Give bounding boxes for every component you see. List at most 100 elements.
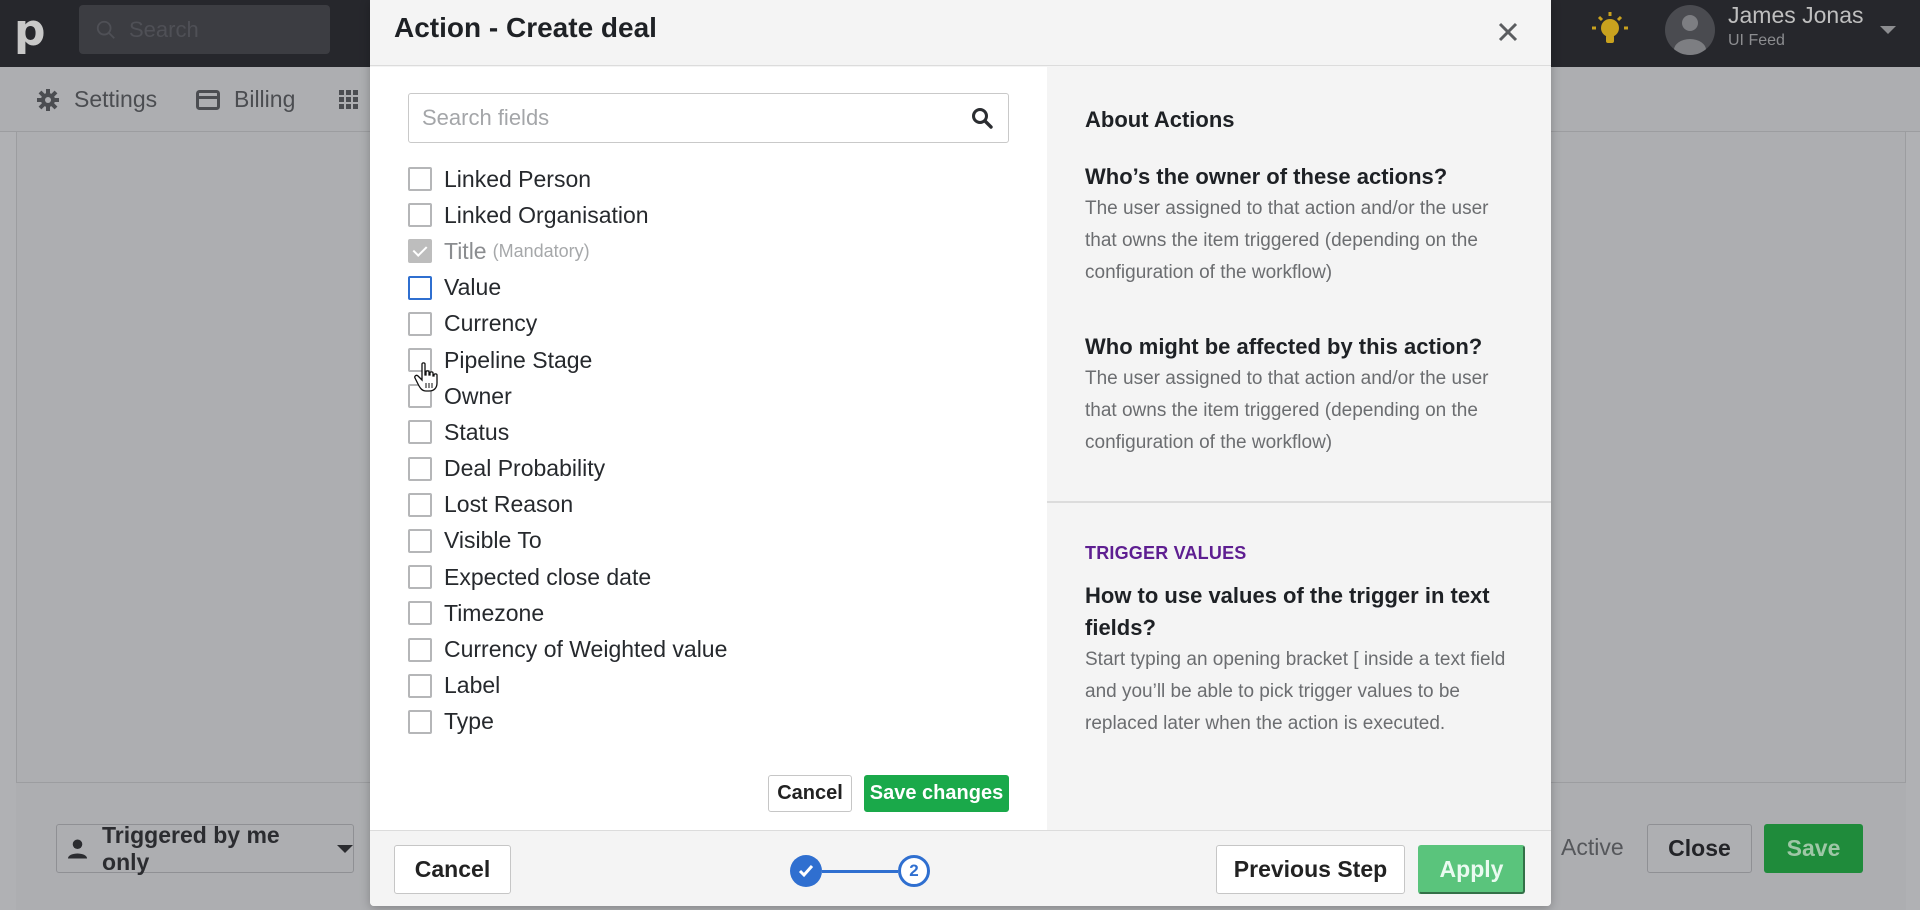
- trigger-filter-value: Triggered by me only: [102, 821, 280, 875]
- field-checkbox[interactable]: [408, 492, 432, 517]
- lightbulb-icon[interactable]: [1590, 10, 1630, 50]
- step-progress: 2: [790, 853, 930, 889]
- field-checkbox[interactable]: [408, 565, 432, 590]
- step-2-current: 2: [898, 855, 930, 887]
- field-checkbox[interactable]: [408, 275, 432, 300]
- field-checkbox[interactable]: [408, 167, 432, 192]
- field-option[interactable]: Linked Organisation: [408, 197, 727, 233]
- field-label: Label: [444, 672, 501, 699]
- modal-title: Action - Create deal: [394, 12, 657, 43]
- field-label: Status: [444, 418, 510, 445]
- person-icon: [67, 838, 88, 859]
- field-checkbox[interactable]: [408, 348, 432, 373]
- trigger-values-kicker: TRIGGER VALUES: [1085, 543, 1247, 563]
- field-option[interactable]: Visible To: [408, 523, 727, 559]
- help-heading: About Actions: [1085, 107, 1235, 132]
- step-connector: [822, 870, 898, 873]
- previous-step-button[interactable]: Previous Step: [1216, 845, 1405, 894]
- field-search-input[interactable]: [409, 94, 959, 142]
- field-option[interactable]: Deal Probability: [408, 451, 727, 487]
- owner-question-section: Who’s the owner of these actions? The us…: [1085, 161, 1525, 289]
- field-checkbox[interactable]: [408, 420, 432, 445]
- field-checkbox[interactable]: [408, 384, 432, 409]
- help-question-affected: Who might be affected by this action?: [1085, 334, 1483, 359]
- user-menu-caret-icon[interactable]: [1880, 26, 1896, 34]
- create-deal-action-modal: Action - Create deal Linked Person Linked…: [370, 0, 1551, 906]
- field-option[interactable]: Lost Reason: [408, 487, 727, 523]
- field-picker-pane: Linked Person Linked Organisation Title(Ma…: [370, 67, 1047, 830]
- workflow-save-button[interactable]: Save: [1764, 824, 1863, 873]
- user-avatar[interactable]: [1665, 5, 1715, 55]
- field-option[interactable]: Status: [408, 414, 727, 450]
- field-option[interactable]: Value: [408, 270, 727, 306]
- field-option[interactable]: Currency of Weighted value: [408, 631, 727, 667]
- field-option[interactable]: Timezone: [408, 595, 727, 631]
- modal-header: Action - Create deal: [370, 0, 1551, 66]
- field-picker-cancel-button[interactable]: Cancel: [768, 775, 852, 812]
- help-answer-trigger-values: Start typing an opening bracket [ inside…: [1085, 649, 1506, 734]
- help-question-trigger-values: How to use values of the trigger in text…: [1085, 583, 1490, 640]
- field-option[interactable]: Currency: [408, 306, 727, 342]
- field-label: Expected close date: [444, 563, 652, 590]
- field-label: Lost Reason: [444, 491, 574, 518]
- field-option[interactable]: Expected close date: [408, 559, 727, 595]
- field-option: Title (Mandatory): [408, 233, 727, 269]
- help-pane: About Actions Who’s the owner of these a…: [1047, 67, 1551, 830]
- field-label: Value: [444, 274, 502, 301]
- field-checkbox[interactable]: [408, 673, 432, 698]
- field-checkbox[interactable]: [408, 456, 432, 481]
- step-1-completed: [790, 855, 822, 887]
- apply-button[interactable]: Apply: [1418, 845, 1525, 894]
- search-icon[interactable]: [970, 106, 994, 130]
- field-checkbox[interactable]: [408, 637, 432, 662]
- field-mandatory-note: (Mandatory): [492, 240, 590, 261]
- subnav-item-settings[interactable]: Settings: [36, 67, 157, 132]
- user-company: UI Feed: [1728, 32, 1785, 49]
- subnav-label-billing: Billing: [234, 86, 296, 112]
- field-checkbox: [408, 239, 432, 264]
- apps-grid-icon: [339, 89, 358, 109]
- field-label: Owner: [444, 382, 512, 409]
- field-label: Timezone: [444, 599, 545, 626]
- field-option[interactable]: Linked Person: [408, 161, 727, 197]
- field-option[interactable]: Label: [408, 668, 727, 704]
- affected-question-section: Who might be affected by this action? Th…: [1085, 331, 1525, 459]
- about-actions-section: About Actions: [1085, 107, 1525, 133]
- checkmark-icon: [798, 865, 814, 878]
- modal-cancel-button[interactable]: Cancel: [394, 845, 511, 894]
- close-icon: [1498, 22, 1518, 42]
- field-label: Linked Person: [444, 165, 592, 192]
- field-checkbox[interactable]: [408, 709, 432, 734]
- save-changes-button[interactable]: Save changes: [864, 775, 1009, 812]
- global-search-placeholder: Search: [129, 16, 199, 42]
- subnav-item-billing[interactable]: Billing: [196, 67, 295, 132]
- field-checkbox[interactable]: [408, 601, 432, 626]
- app-logo[interactable]: p: [14, 8, 46, 54]
- subnav-item-apps[interactable]: [339, 67, 373, 132]
- workflow-status-label: Active: [1561, 834, 1624, 860]
- field-label: Title: [444, 237, 487, 264]
- trigger-values-section: TRIGGER VALUES How to use values of the …: [1085, 543, 1525, 740]
- help-answer-owner: The user assigned to that action and/or …: [1085, 198, 1489, 283]
- workflow-close-button[interactable]: Close: [1647, 824, 1752, 873]
- subnav-label-settings: Settings: [74, 86, 158, 112]
- modal-close-button[interactable]: [1490, 14, 1526, 50]
- field-search[interactable]: [408, 93, 1009, 143]
- field-label: Currency: [444, 310, 538, 337]
- global-search-input[interactable]: Search: [79, 5, 330, 54]
- field-label: Type: [444, 708, 494, 735]
- field-checkbox[interactable]: [408, 528, 432, 553]
- field-option[interactable]: Owner: [408, 378, 727, 414]
- field-option[interactable]: Type: [408, 704, 727, 740]
- field-option[interactable]: Pipeline Stage: [408, 342, 727, 378]
- field-label: Pipeline Stage: [444, 346, 593, 373]
- field-checkbox[interactable]: [408, 311, 432, 336]
- field-checkbox[interactable]: [408, 203, 432, 228]
- field-label: Deal Probability: [444, 455, 606, 482]
- modal-footer: Cancel 2 Previous Step Apply: [370, 830, 1551, 906]
- field-checkbox-list: Linked Person Linked Organisation Title (Ma…: [408, 161, 727, 740]
- trigger-filter-select[interactable]: Triggered by me only: [56, 821, 354, 875]
- search-icon: [96, 20, 115, 39]
- field-label: Visible To: [444, 527, 542, 554]
- user-name[interactable]: James Jonas: [1728, 2, 1864, 29]
